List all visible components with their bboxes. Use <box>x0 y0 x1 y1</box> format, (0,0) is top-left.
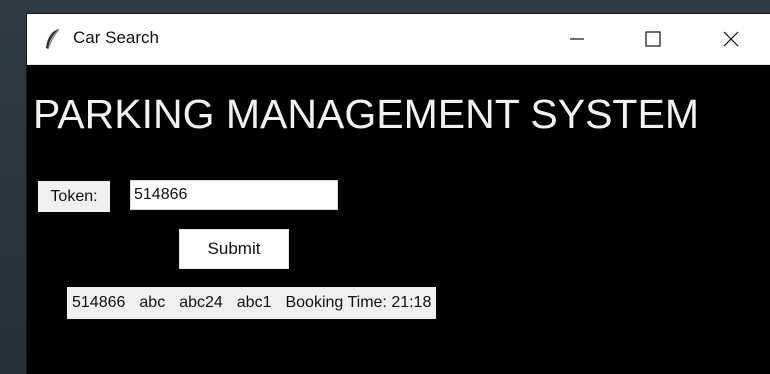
result-token: 514866 <box>72 294 126 311</box>
feather-icon <box>46 28 60 50</box>
result-field-3: abc1 <box>236 294 272 311</box>
close-icon <box>723 31 738 47</box>
submit-button[interactable]: Submit <box>179 229 289 269</box>
close-button[interactable] <box>691 14 770 64</box>
window-title: Car Search <box>73 28 159 47</box>
maximize-icon <box>645 31 661 47</box>
minimize-button[interactable] <box>539 14 615 64</box>
search-result: 514866 abc abc24 abc1 Booking Time: 21:1… <box>67 287 437 319</box>
result-field-2: abc24 <box>179 294 223 311</box>
token-input[interactable] <box>130 180 338 210</box>
page-title: PARKING MANAGEMENT SYSTEM <box>33 91 699 137</box>
minimize-icon <box>570 38 584 40</box>
maximize-button[interactable] <box>615 14 691 64</box>
result-field-1: abc <box>139 294 166 311</box>
app-window: Car Search PARKING MANAGEMENT SYSTEM Tok… <box>27 14 770 374</box>
title-bar[interactable]: Car Search <box>27 14 770 65</box>
token-label: Token: <box>38 181 110 212</box>
result-booking-time: Booking Time: 21:18 <box>285 294 432 311</box>
window-content: PARKING MANAGEMENT SYSTEM Token: Submit … <box>27 65 770 374</box>
